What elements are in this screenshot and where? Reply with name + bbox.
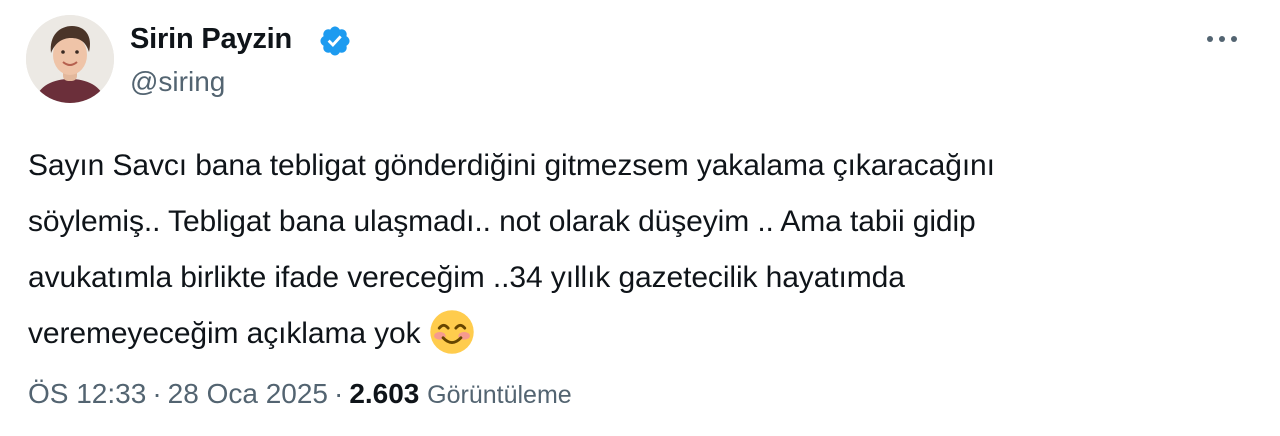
tweet-text-line: veremeyeceğim açıklama yok <box>28 317 421 350</box>
tweet-text-line: Sayın Savcı bana tebligat gönderdiğini g… <box>28 149 995 182</box>
author-handle[interactable]: @siring <box>130 65 225 99</box>
meta-separator: · <box>152 378 162 409</box>
more-options-button[interactable] <box>1198 22 1246 56</box>
avatar-image <box>26 15 114 103</box>
more-horizontal-icon <box>1207 36 1237 42</box>
tweet-text-line: avukatımla birlikte ifade vereceğim ..34… <box>28 261 905 294</box>
tweet-text-line: söylemiş.. Tebligat bana ulaşmadı.. not … <box>28 205 976 238</box>
tweet-time[interactable]: ÖS 12:33 <box>28 378 146 409</box>
views-count[interactable]: 2.603 <box>349 378 419 409</box>
avatar[interactable] <box>26 15 114 103</box>
smiling-face-emoji-icon <box>429 310 474 354</box>
tweet: Sirin Payzin @siring Sayın Savcı bana te… <box>0 0 1280 436</box>
tweet-text-last-line: veremeyeceğim açıklama yok <box>28 306 1263 362</box>
author-display-name[interactable]: Sirin Payzin <box>130 22 292 56</box>
tweet-text: Sayın Savcı bana tebligat gönderdiğini g… <box>28 138 1263 362</box>
tweet-meta: ÖS 12:33 · 28 Oca 2025 · 2.603 Görüntüleme <box>28 376 572 413</box>
meta-separator: · <box>333 378 344 409</box>
views-label[interactable]: Görüntüleme <box>427 381 572 409</box>
verified-badge-icon[interactable] <box>318 24 352 58</box>
tweet-date[interactable]: 28 Oca 2025 <box>168 378 328 409</box>
